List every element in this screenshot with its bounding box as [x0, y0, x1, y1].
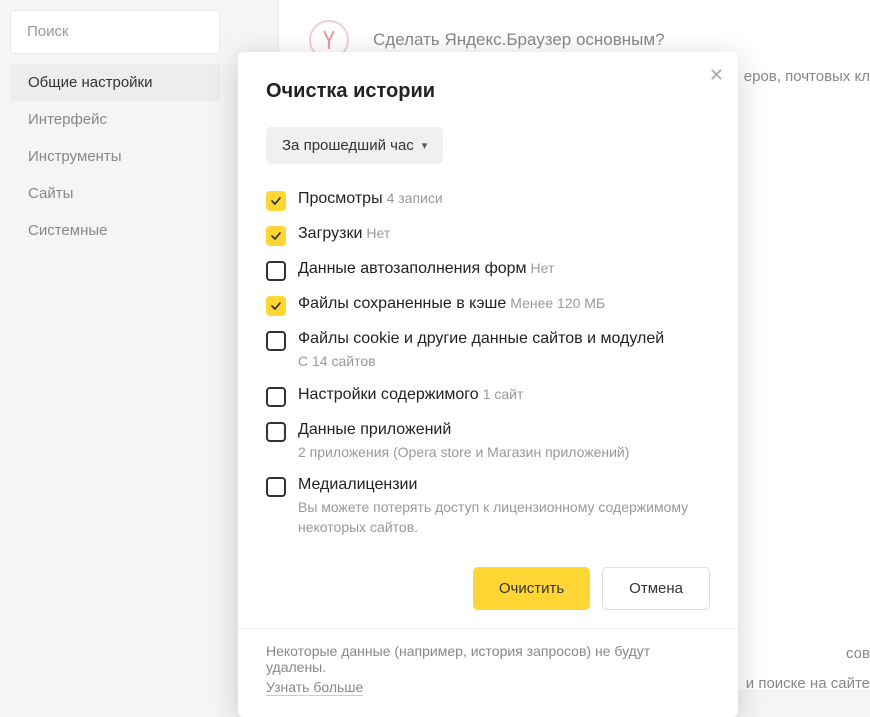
settings-sidebar: Общие настройкиИнтерфейсИнструментыСайты… — [10, 0, 220, 249]
checkbox[interactable] — [266, 261, 286, 281]
learn-more-link[interactable]: Узнать больше — [266, 679, 363, 696]
clear-history-dialog: ✕ Очистка истории За прошедший час ▾ Про… — [238, 52, 738, 717]
sidebar-item[interactable]: Системные — [10, 212, 220, 249]
option-row: Настройки содержимого1 сайт — [266, 386, 710, 407]
time-range-dropdown[interactable]: За прошедший час ▾ — [266, 127, 443, 164]
bg-partial-text: еров, почтовых кл — [744, 68, 870, 85]
option-label: Настройки содержимого — [298, 386, 479, 403]
checkbox[interactable] — [266, 477, 286, 497]
option-text: Настройки содержимого1 сайт — [298, 386, 710, 404]
option-subtext: 2 приложения (Opera store и Магазин прил… — [298, 443, 710, 463]
checkbox[interactable] — [266, 387, 286, 407]
sidebar-item[interactable]: Интерфейс — [10, 101, 220, 138]
bg-partial-text: и поиске на сайте — [746, 675, 870, 692]
cancel-button[interactable]: Отмена — [602, 567, 710, 610]
checkbox[interactable] — [266, 331, 286, 351]
dialog-buttons: Очистить Отмена — [266, 567, 710, 610]
banner-text: Сделать Яндекс.Браузер основным? — [373, 30, 665, 50]
sidebar-item[interactable]: Инструменты — [10, 138, 220, 175]
option-hint: 4 записи — [387, 190, 443, 206]
option-row: Файлы сохраненные в кэшеМенее 120 МБ — [266, 295, 710, 316]
option-row: Медиалицензии Вы можете потерять доступ к… — [266, 476, 710, 537]
dialog-title: Очистка истории — [266, 80, 710, 103]
option-text: Файлы cookie и другие данные сайтов и мо… — [298, 330, 710, 372]
option-row: Данные приложений 2 приложения (Opera sto… — [266, 421, 710, 463]
option-row: ЗагрузкиНет — [266, 225, 710, 246]
checkbox[interactable] — [266, 226, 286, 246]
bg-partial-text: сов — [846, 645, 870, 662]
close-icon[interactable]: ✕ — [709, 66, 724, 84]
sidebar-item[interactable]: Сайты — [10, 175, 220, 212]
time-range-value: За прошедший час — [282, 137, 414, 154]
option-text: Просмотры4 записи — [298, 190, 710, 208]
footer-text: Некоторые данные (например, история запр… — [266, 643, 710, 675]
option-row: Данные автозаполнения формНет — [266, 260, 710, 281]
option-subtext: С 14 сайтов — [298, 352, 710, 372]
checkbox[interactable] — [266, 296, 286, 316]
option-text: Медиалицензии Вы можете потерять доступ к… — [298, 476, 710, 537]
chevron-down-icon: ▾ — [422, 139, 428, 152]
options-list: Просмотры4 записиЗагрузкиНетДанные автоз… — [266, 190, 710, 537]
dialog-footer: Некоторые данные (например, история запр… — [238, 628, 738, 697]
option-text: Данные приложений 2 приложения (Opera sto… — [298, 421, 710, 463]
option-hint: Менее 120 МБ — [510, 295, 605, 311]
checkbox[interactable] — [266, 422, 286, 442]
option-hint: Нет — [531, 260, 555, 276]
option-label: Файлы cookie и другие данные сайтов и мо… — [298, 330, 664, 347]
option-label: Данные автозаполнения форм — [298, 260, 527, 277]
search-input[interactable] — [27, 23, 203, 40]
option-label: Медиалицензии — [298, 476, 417, 493]
sidebar-item[interactable]: Общие настройки — [10, 64, 220, 101]
option-label: Загрузки — [298, 225, 362, 242]
option-row: Просмотры4 записи — [266, 190, 710, 211]
option-subtext: Вы можете потерять доступ к лицензионном… — [298, 498, 710, 537]
option-text: Файлы сохраненные в кэшеМенее 120 МБ — [298, 295, 710, 313]
search-box[interactable] — [10, 10, 220, 54]
option-label: Просмотры — [298, 190, 383, 207]
option-hint: 1 сайт — [483, 386, 524, 402]
clear-button[interactable]: Очистить — [473, 567, 590, 610]
option-row: Файлы cookie и другие данные сайтов и мо… — [266, 330, 710, 372]
option-label: Файлы сохраненные в кэше — [298, 295, 506, 312]
option-hint: Нет — [366, 225, 390, 241]
option-label: Данные приложений — [298, 421, 451, 438]
checkbox[interactable] — [266, 191, 286, 211]
option-text: ЗагрузкиНет — [298, 225, 710, 243]
option-text: Данные автозаполнения формНет — [298, 260, 710, 278]
